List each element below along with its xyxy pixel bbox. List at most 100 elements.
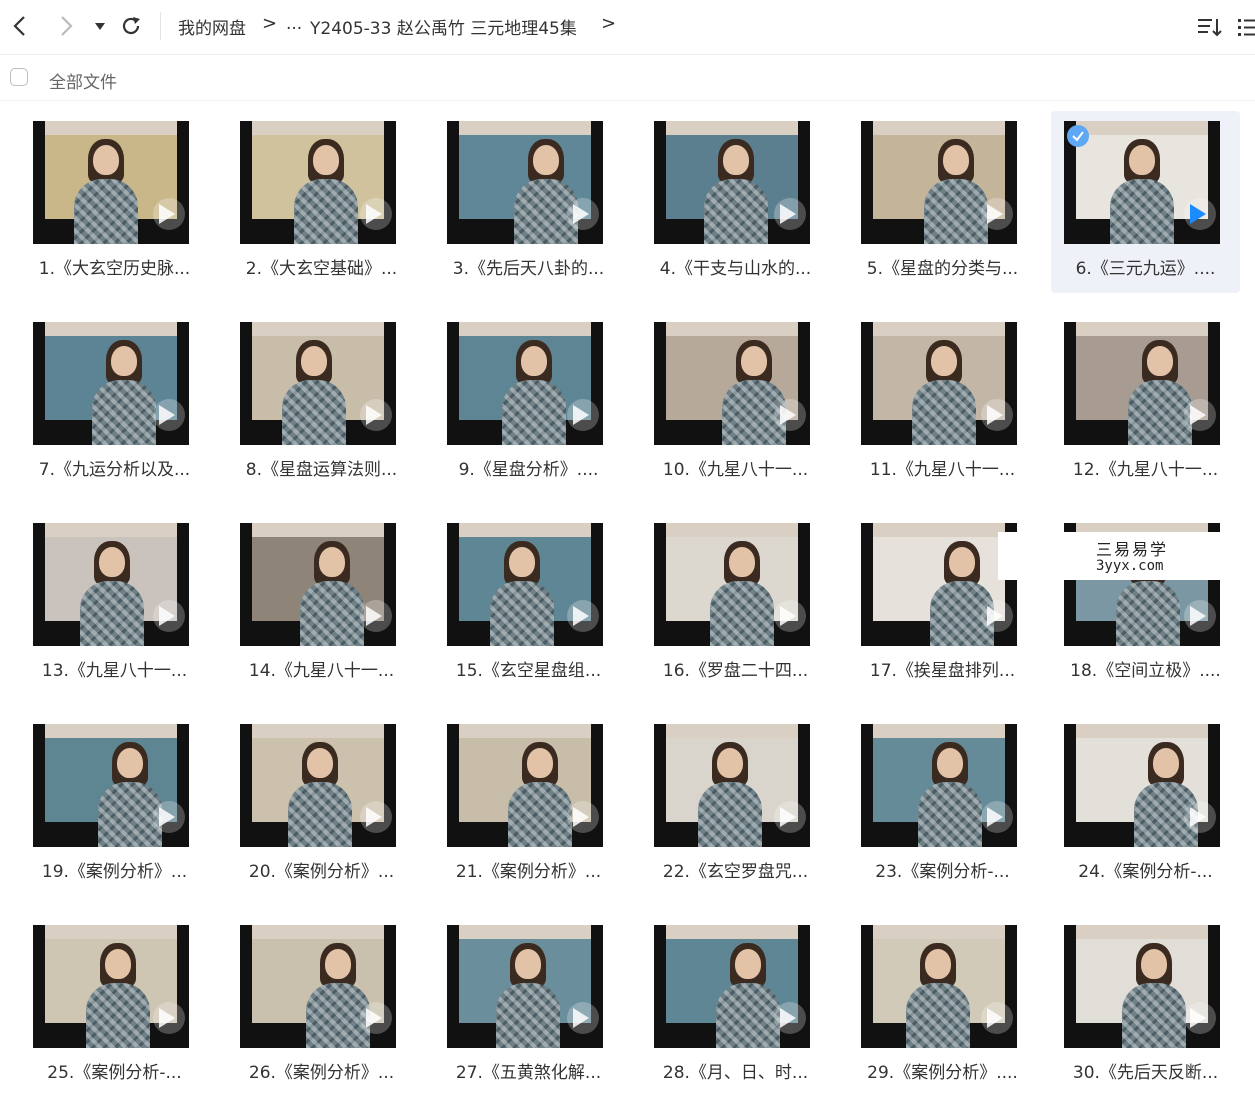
forward-button[interactable] xyxy=(52,10,80,42)
history-dropdown-button[interactable] xyxy=(90,10,110,42)
file-name[interactable]: 18.《空间立极》.... xyxy=(1051,656,1240,681)
breadcrumb-ellipsis[interactable]: ... xyxy=(286,14,302,34)
file-name[interactable]: 24.《案例分析-... xyxy=(1051,857,1240,882)
play-icon[interactable] xyxy=(1190,807,1206,827)
file-item[interactable]: 2.《大玄空基础》... xyxy=(227,111,416,293)
file-name[interactable]: 11.《九星八十一... xyxy=(848,455,1037,480)
back-button[interactable] xyxy=(6,10,34,42)
play-icon[interactable] xyxy=(987,204,1003,224)
file-name[interactable]: 5.《星盘的分类与... xyxy=(848,254,1037,279)
play-icon[interactable] xyxy=(573,807,589,827)
select-all-checkbox[interactable] xyxy=(10,68,28,86)
video-thumbnail[interactable] xyxy=(861,322,1017,445)
play-icon[interactable] xyxy=(573,405,589,425)
file-name[interactable]: 17.《挨星盘排列... xyxy=(848,656,1037,681)
play-icon[interactable] xyxy=(573,606,589,626)
play-icon[interactable] xyxy=(366,204,382,224)
file-item[interactable]: 7.《九运分析以及... xyxy=(20,312,209,494)
file-name[interactable]: 3.《先后天八卦的... xyxy=(434,254,623,279)
file-item[interactable]: 30.《先后天反断... xyxy=(1051,915,1240,1097)
file-name[interactable]: 7.《九运分析以及... xyxy=(20,455,209,480)
video-thumbnail[interactable] xyxy=(861,121,1017,244)
play-icon[interactable] xyxy=(366,405,382,425)
file-item[interactable]: 1.《大玄空历史脉... xyxy=(20,111,209,293)
play-icon[interactable] xyxy=(987,606,1003,626)
file-name[interactable]: 27.《五黄煞化解... xyxy=(434,1058,623,1083)
file-item[interactable]: 24.《案例分析-... xyxy=(1051,714,1240,896)
video-thumbnail[interactable] xyxy=(654,523,810,646)
file-name[interactable]: 21.《案例分析》... xyxy=(434,857,623,882)
video-thumbnail[interactable] xyxy=(861,724,1017,847)
file-name[interactable]: 23.《案例分析-... xyxy=(848,857,1037,882)
file-name[interactable]: 12.《九星八十一... xyxy=(1051,455,1240,480)
file-name[interactable]: 8.《星盘运算法则... xyxy=(227,455,416,480)
file-name[interactable]: 1.《大玄空历史脉... xyxy=(20,254,209,279)
file-name[interactable]: 2.《大玄空基础》... xyxy=(227,254,416,279)
video-thumbnail[interactable] xyxy=(1064,724,1220,847)
video-thumbnail[interactable] xyxy=(447,523,603,646)
video-thumbnail[interactable] xyxy=(33,925,189,1048)
file-item[interactable]: 6.《三元九运》.... xyxy=(1051,111,1240,293)
file-name[interactable]: 29.《案例分析》.... xyxy=(848,1058,1037,1083)
file-item[interactable]: 28.《月、日、时... xyxy=(641,915,830,1097)
play-icon[interactable] xyxy=(159,405,175,425)
file-item[interactable]: 23.《案例分析-... xyxy=(848,714,1037,896)
file-name[interactable]: 4.《干支与山水的... xyxy=(641,254,830,279)
play-icon[interactable] xyxy=(987,405,1003,425)
play-icon[interactable] xyxy=(1190,606,1206,626)
file-name[interactable]: 15.《玄空星盘组... xyxy=(434,656,623,681)
video-thumbnail[interactable] xyxy=(1064,925,1220,1048)
video-thumbnail[interactable] xyxy=(447,121,603,244)
video-thumbnail[interactable] xyxy=(240,121,396,244)
video-thumbnail[interactable] xyxy=(33,121,189,244)
play-icon[interactable] xyxy=(366,1008,382,1028)
file-name[interactable]: 13.《九星八十一... xyxy=(20,656,209,681)
file-item[interactable]: 5.《星盘的分类与... xyxy=(848,111,1037,293)
play-icon[interactable] xyxy=(366,807,382,827)
video-thumbnail[interactable] xyxy=(33,724,189,847)
file-name[interactable]: 20.《案例分析》... xyxy=(227,857,416,882)
play-icon[interactable] xyxy=(573,204,589,224)
breadcrumb-root[interactable]: 我的网盘 xyxy=(178,14,246,39)
list-view-button[interactable] xyxy=(1236,14,1255,40)
video-thumbnail[interactable] xyxy=(1064,322,1220,445)
file-item[interactable]: 15.《玄空星盘组... xyxy=(434,513,623,695)
play-icon[interactable] xyxy=(1190,405,1206,425)
file-item[interactable]: 14.《九星八十一... xyxy=(227,513,416,695)
play-icon[interactable] xyxy=(159,606,175,626)
play-icon[interactable] xyxy=(780,1008,796,1028)
file-item[interactable]: 25.《案例分析-... xyxy=(20,915,209,1097)
file-item[interactable]: 16.《罗盘二十四... xyxy=(641,513,830,695)
play-icon[interactable] xyxy=(780,807,796,827)
file-item[interactable]: 3.《先后天八卦的... xyxy=(434,111,623,293)
file-item[interactable]: 12.《九星八十一... xyxy=(1051,312,1240,494)
video-thumbnail[interactable] xyxy=(447,724,603,847)
play-icon[interactable] xyxy=(1190,1008,1206,1028)
file-name[interactable]: 28.《月、日、时... xyxy=(641,1058,830,1083)
file-name[interactable]: 26.《案例分析》... xyxy=(227,1058,416,1083)
play-icon[interactable] xyxy=(573,1008,589,1028)
video-thumbnail[interactable] xyxy=(654,925,810,1048)
play-icon[interactable] xyxy=(780,606,796,626)
file-name[interactable]: 25.《案例分析-... xyxy=(20,1058,209,1083)
play-icon[interactable] xyxy=(159,1008,175,1028)
refresh-button[interactable] xyxy=(117,10,145,42)
file-item[interactable]: 29.《案例分析》.... xyxy=(848,915,1037,1097)
play-icon[interactable] xyxy=(987,1008,1003,1028)
file-item[interactable]: 9.《星盘分析》.... xyxy=(434,312,623,494)
video-thumbnail[interactable] xyxy=(447,322,603,445)
video-thumbnail[interactable] xyxy=(654,724,810,847)
file-name[interactable]: 14.《九星八十一... xyxy=(227,656,416,681)
file-item[interactable]: 4.《干支与山水的... xyxy=(641,111,830,293)
video-thumbnail[interactable] xyxy=(240,523,396,646)
file-name[interactable]: 6.《三元九运》.... xyxy=(1051,254,1240,279)
file-item[interactable]: 19.《案例分析》... xyxy=(20,714,209,896)
file-item[interactable]: 20.《案例分析》... xyxy=(227,714,416,896)
video-thumbnail[interactable] xyxy=(240,925,396,1048)
file-name[interactable]: 16.《罗盘二十四... xyxy=(641,656,830,681)
play-icon[interactable] xyxy=(159,807,175,827)
video-thumbnail[interactable] xyxy=(861,925,1017,1048)
play-icon[interactable] xyxy=(159,204,175,224)
file-item[interactable]: 22.《玄空罗盘咒... xyxy=(641,714,830,896)
play-icon[interactable] xyxy=(780,204,796,224)
